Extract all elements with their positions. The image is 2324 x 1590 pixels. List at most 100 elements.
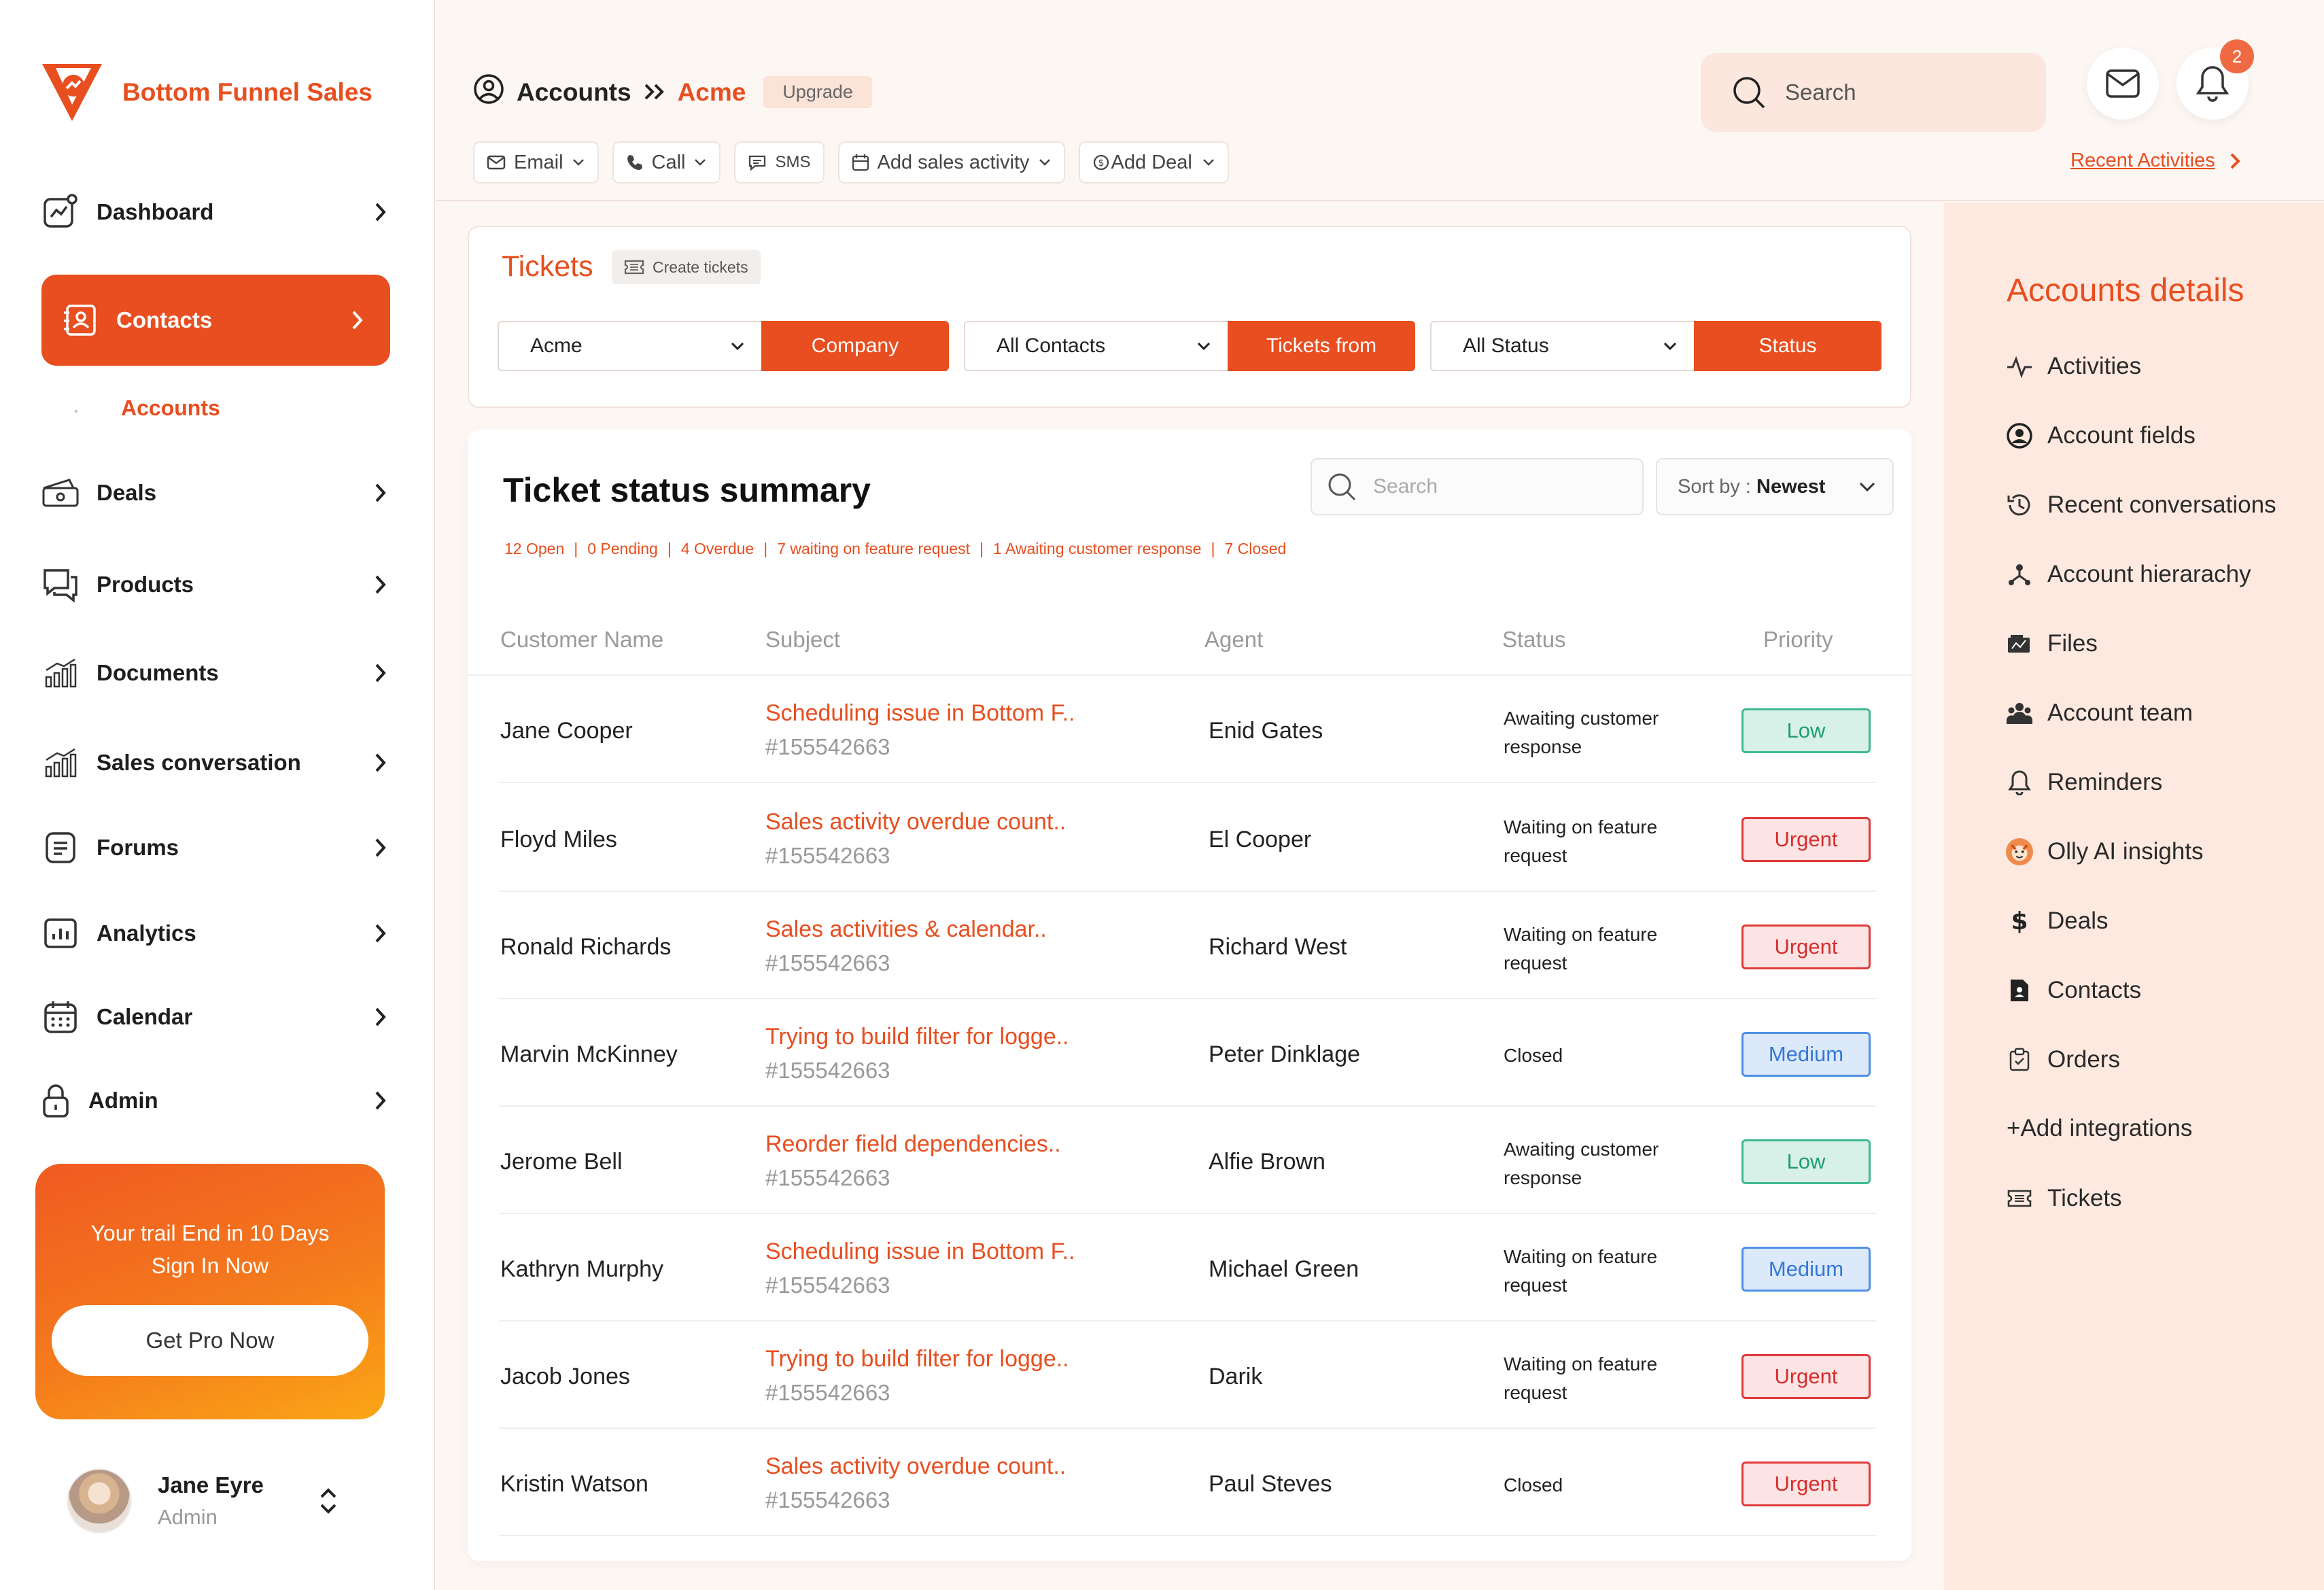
details-item-account-hierarachy[interactable]: Account hierarachy [2005, 560, 2251, 589]
details-item-activities[interactable]: Activities [2005, 352, 2141, 381]
customer-name: Jacob Jones [500, 1364, 630, 1389]
priority-badge[interactable]: Urgent [1741, 817, 1871, 862]
breadcrumb-acme[interactable]: Acme [678, 78, 746, 107]
sort-dropdown[interactable]: Sort by : Newest [1656, 458, 1894, 515]
company-button[interactable]: Company [761, 321, 949, 371]
upgrade-button[interactable]: Upgrade [763, 76, 872, 108]
recent-activities-link[interactable]: Recent Activities [2070, 150, 2241, 172]
messages-button[interactable] [2087, 48, 2159, 120]
get-pro-button[interactable]: Get Pro Now [52, 1305, 368, 1376]
email-button[interactable]: Email [473, 141, 599, 184]
details-item-recent-conversations[interactable]: Recent conversations [2005, 491, 2276, 519]
table-row[interactable]: Kathryn Murphy Scheduling issue in Bottom… [468, 1214, 1911, 1321]
details-item-account-team[interactable]: Account team [2005, 699, 2193, 727]
priority-badge[interactable]: Urgent [1741, 1462, 1871, 1506]
row-divider [499, 782, 1876, 783]
ticket-subject-link[interactable]: Trying to build filter for logge.. [765, 1024, 1069, 1050]
ticket-id: #155542663 [765, 734, 890, 759]
status-select[interactable]: All Status [1430, 321, 1694, 371]
action-toolbar: Email Call SMS Add sales activity $ Add … [473, 141, 1229, 184]
sidebar-subitem-accounts[interactable]: Accounts [121, 396, 220, 421]
table-row[interactable]: Ronald Richards Sales activities & calend… [468, 892, 1911, 999]
ticket-subject-link[interactable]: Sales activity overdue count.. [765, 809, 1066, 835]
details-item-orders[interactable]: Orders [2005, 1045, 2120, 1074]
sidebar-item-sales-conversation[interactable]: Sales conversation [41, 736, 394, 790]
sms-button[interactable]: SMS [734, 141, 825, 184]
priority-badge[interactable]: Low [1741, 1139, 1871, 1184]
agent-name: Richard West [1209, 934, 1347, 960]
details-item-deals[interactable]: $ Deals [2005, 907, 2108, 935]
stat-overdue[interactable]: 4 Overdue [681, 540, 754, 558]
add-sales-activity-button[interactable]: Add sales activity [837, 141, 1065, 184]
global-search-input[interactable]: Search [1701, 53, 2046, 132]
priority-badge[interactable]: Medium [1741, 1247, 1871, 1292]
olly-avatar-icon [2005, 837, 2034, 866]
table-row[interactable]: Jerome Bell Reorder field dependencies.. #… [468, 1107, 1911, 1214]
sidebar-item-documents[interactable]: Documents [41, 646, 394, 700]
sidebar-item-analytics[interactable]: Analytics [41, 906, 394, 961]
sidebar-item-label: Dashboard [97, 199, 214, 224]
sidebar-item-calendar[interactable]: Calendar [41, 990, 394, 1044]
sidebar-item-products[interactable]: Products [41, 557, 394, 612]
sidebar-item-dashboard[interactable]: Dashboard [41, 185, 394, 239]
ticket-subject-link[interactable]: Sales activity overdue count.. [765, 1453, 1066, 1480]
details-item-add-integrations[interactable]: +Add integrations [2007, 1115, 2192, 1142]
call-button[interactable]: Call [612, 141, 721, 184]
priority-badge[interactable]: Medium [1741, 1032, 1871, 1077]
sidebar-item-label: Documents [97, 660, 219, 685]
stat-awaiting[interactable]: 1 Awaiting customer response [993, 540, 1201, 558]
sidebar-item-forums[interactable]: Forums [41, 820, 394, 875]
stat-waiting[interactable]: 7 waiting on feature request [777, 540, 970, 558]
top-header: Accounts Acme Upgrade Email Call SMS Add… [436, 0, 2324, 201]
sidebar-item-label: Analytics [97, 920, 196, 946]
priority-badge[interactable]: Low [1741, 708, 1871, 753]
create-tickets-button[interactable]: Create tickets [612, 250, 761, 284]
column-header-priority[interactable]: Priority [1763, 627, 1833, 653]
contacts-select[interactable]: All Contacts [964, 321, 1228, 371]
add-deal-button[interactable]: $ Add Deal [1078, 141, 1229, 184]
table-row[interactable]: Jacob Jones Trying to build filter for lo… [468, 1321, 1911, 1429]
files-icon [2005, 629, 2034, 658]
breadcrumb-accounts[interactable]: Accounts [517, 78, 631, 107]
status-button[interactable]: Status [1694, 321, 1881, 371]
customer-name: Jane Cooper [500, 718, 633, 744]
expand-collapse-icon[interactable] [318, 1485, 339, 1521]
ticket-subject-link[interactable]: Trying to build filter for logge.. [765, 1346, 1069, 1372]
sidebar-item-admin[interactable]: Admin [41, 1073, 394, 1128]
priority-badge[interactable]: Urgent [1741, 1354, 1871, 1399]
table-row[interactable]: Floyd Miles Sales activity overdue count.… [468, 784, 1911, 892]
priority-badge[interactable]: Urgent [1741, 924, 1871, 969]
table-row[interactable]: Kristin Watson Sales activity overdue cou… [468, 1429, 1911, 1536]
stat-closed[interactable]: 7 Closed [1224, 540, 1286, 558]
details-item-contacts[interactable]: Contacts [2005, 976, 2141, 1005]
brand[interactable]: Bottom Funnel Sales [39, 60, 372, 125]
sidebar-item-deals[interactable]: Deals [41, 466, 394, 520]
column-header-customer[interactable]: Customer Name [500, 627, 663, 653]
details-item-tickets[interactable]: Tickets [2005, 1184, 2122, 1213]
details-item-files[interactable]: Files [2005, 629, 2098, 658]
promo-line-2[interactable]: Sign In Now [35, 1249, 385, 1282]
contacts-filter: All Contacts Tickets from [964, 321, 1415, 371]
table-row[interactable]: Marvin McKinney Trying to build filter fo… [468, 999, 1911, 1107]
ticket-subject-link[interactable]: Scheduling issue in Bottom F.. [765, 1239, 1075, 1265]
summary-search-input[interactable]: Search [1311, 458, 1644, 515]
details-item-reminders[interactable]: Reminders [2005, 768, 2162, 797]
ticket-status: Closed [1504, 1045, 1563, 1066]
ticket-subject-link[interactable]: Scheduling issue in Bottom F.. [765, 700, 1075, 727]
sidebar-item-contacts[interactable]: Contacts [41, 275, 390, 366]
ticket-subject-link[interactable]: Sales activities & calendar.. [765, 916, 1047, 943]
stat-pending[interactable]: 0 Pending [587, 540, 658, 558]
table-row[interactable]: Jane Cooper Scheduling issue in Bottom F.… [468, 676, 1911, 783]
details-item-account-fields[interactable]: Account fields [2005, 421, 2196, 450]
notifications-button[interactable]: 2 [2176, 39, 2254, 120]
column-header-status[interactable]: Status [1502, 627, 1566, 653]
stat-open[interactable]: 12 Open [504, 540, 564, 558]
company-select[interactable]: Acme [498, 321, 761, 371]
details-item-olly-ai-insights[interactable]: Olly AI insights [2005, 837, 2204, 866]
ticket-subject-link[interactable]: Reorder field dependencies.. [765, 1131, 1061, 1158]
chevron-right-icon [367, 1003, 394, 1031]
tickets-from-button[interactable]: Tickets from [1228, 321, 1415, 371]
column-header-agent[interactable]: Agent [1204, 627, 1263, 653]
column-header-subject[interactable]: Subject [765, 627, 840, 653]
user-profile[interactable]: Jane Eyre Admin [67, 1468, 336, 1534]
